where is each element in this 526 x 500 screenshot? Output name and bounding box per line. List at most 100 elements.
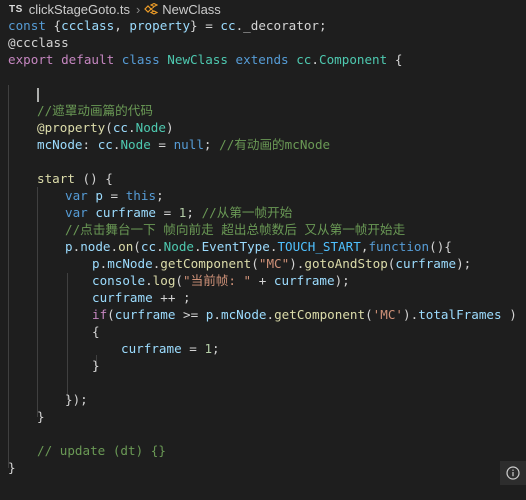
code-token: start (37, 171, 75, 186)
code-token: p (65, 239, 73, 254)
class-symbol-icon (144, 3, 159, 15)
code-token: curframe (95, 205, 157, 220)
code-line: // update (dt) {} (37, 442, 166, 459)
code-token: log (152, 273, 176, 288)
code-line: const {ccclass, property} = cc._decorato… (8, 17, 327, 34)
code-comment: // update (dt) {} (37, 443, 166, 458)
code-token: null (173, 137, 204, 152)
code-token: EventType (201, 239, 270, 254)
code-token: ( (105, 120, 113, 135)
code-token: ( (133, 239, 141, 254)
code-line: var p = this; (65, 187, 164, 204)
code-token: ( (107, 307, 115, 322)
code-token: { (92, 324, 100, 339)
typescript-file-icon: TS (9, 3, 23, 15)
code-token: ; (203, 137, 212, 152)
code-token: cc (97, 137, 113, 152)
code-token: . (213, 307, 221, 322)
code-token: : (82, 137, 91, 152)
code-line: curframe = 1; (121, 340, 220, 357)
code-token: Component (318, 52, 388, 67)
code-comment: //遮罩动画篇的代码 (37, 103, 153, 118)
code-token: . (156, 239, 164, 254)
code-token: property (129, 18, 191, 33)
code-token: cc (296, 52, 312, 67)
code-token: { (53, 18, 62, 33)
notification-button[interactable] (500, 461, 526, 485)
code-token: { (394, 52, 403, 67)
code-token: } (92, 358, 100, 373)
code-token: . (194, 239, 202, 254)
code-token: on (118, 239, 134, 254)
code-line: if(curframe >= p.mcNode.getComponent('MC… (92, 306, 517, 323)
code-token: . (110, 239, 119, 254)
breadcrumb: TS clickStageGoto.ts › NewClass (0, 0, 526, 18)
code-token: export (8, 52, 54, 67)
code-token: ); (456, 256, 472, 271)
code-token: p (95, 188, 103, 203)
notification-icon (506, 466, 520, 480)
code-line: //遮罩动画篇的代码 (37, 102, 153, 119)
code-token: curframe (273, 273, 335, 288)
code-token: ccclass (61, 18, 115, 33)
code-token: ._decorator; (235, 18, 327, 33)
code-token: } (190, 18, 198, 33)
breadcrumb-symbol-label: NewClass (162, 1, 221, 17)
code-token: ( (251, 256, 259, 271)
code-token: class (121, 52, 160, 67)
code-token: var (65, 188, 88, 203)
code-token: = (163, 205, 172, 220)
code-token: if (92, 307, 108, 322)
code-comment: //从第一帧开始 (201, 205, 293, 220)
code-line: @ccclass (8, 34, 69, 51)
code-token: Node (120, 137, 151, 152)
code-token: }); (65, 392, 88, 407)
code-token: cc (112, 120, 129, 135)
code-token: = (189, 341, 197, 356)
code-token: ). (403, 307, 419, 322)
code-comment: //有动画的mcNode (219, 137, 331, 152)
code-token: = (110, 188, 119, 203)
code-token: curframe (114, 307, 176, 322)
code-token: ; (156, 188, 164, 203)
code-token: var (65, 205, 88, 220)
code-line: { (92, 323, 100, 340)
code-token: ( (365, 307, 373, 322)
code-token: Node (135, 120, 166, 135)
code-line: export default class NewClass extends cc… (8, 51, 402, 68)
code-token: this (125, 188, 157, 203)
code-token: TOUCH_START (277, 239, 361, 254)
code-token: ; (212, 341, 220, 356)
code-token: function (368, 239, 430, 254)
code-token: } (37, 409, 45, 424)
code-line: }); (65, 391, 88, 408)
code-token: ); (334, 273, 350, 288)
code-token: gotoAndStop (304, 256, 388, 271)
code-token: NewClass (167, 52, 228, 67)
code-token: } (8, 460, 16, 475)
code-token: @ccclass (8, 35, 69, 50)
code-line (37, 85, 39, 102)
code-token: + (258, 273, 267, 288)
code-token: . (266, 307, 275, 322)
text-cursor (37, 87, 39, 102)
code-comment: //点击舞台一下 帧向前走 超出总帧数后 又从第一帧开始走 (65, 222, 406, 237)
breadcrumb-file[interactable]: clickStageGoto.ts (29, 2, 130, 17)
indent-guide (37, 187, 38, 417)
code-token: >= (183, 307, 199, 322)
code-editor[interactable]: const {ccclass, property} = cc._decorato… (0, 17, 526, 500)
code-token: . (311, 52, 319, 67)
code-token: = (205, 18, 213, 33)
code-line: start () { (37, 170, 113, 187)
code-token: () { (82, 171, 113, 186)
code-token: . (128, 120, 136, 135)
code-token: getComponent (160, 256, 252, 271)
breadcrumb-symbol[interactable]: NewClass (144, 2, 221, 17)
code-token: "MC" (258, 256, 290, 271)
code-token: extends (235, 52, 289, 67)
code-token: 'MC' (372, 307, 404, 322)
code-token: totalFrames (418, 307, 502, 322)
code-token: const (8, 18, 46, 33)
code-token: getComponent (274, 307, 366, 322)
code-line: @property(cc.Node) (37, 119, 174, 136)
